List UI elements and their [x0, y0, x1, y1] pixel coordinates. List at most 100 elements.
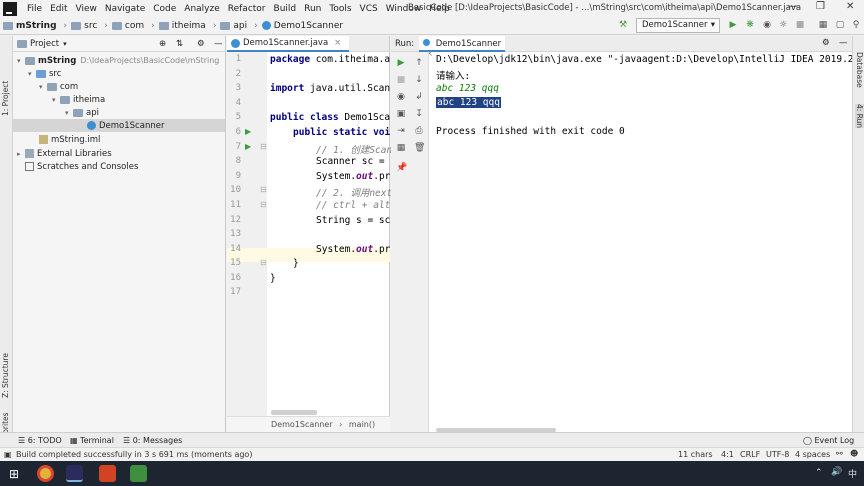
menu-code[interactable]: Code: [149, 4, 180, 14]
layout-icon[interactable]: ▦: [396, 143, 406, 153]
build-hammer-icon[interactable]: ⚒: [618, 20, 628, 30]
rerun-icon[interactable]: ▶: [396, 58, 406, 68]
tree-item-mstring[interactable]: ▾ mString D:\IdeaProjects\BasicCode\mStr…: [13, 54, 225, 67]
profile-icon[interactable]: ☼: [778, 20, 788, 30]
exit-icon[interactable]: ⇥: [396, 126, 406, 136]
menu-navigate[interactable]: Navigate: [101, 4, 149, 14]
chrome-icon[interactable]: [37, 465, 54, 482]
minimize-icon[interactable]: —: [788, 1, 798, 12]
locate-icon[interactable]: ⊕: [159, 39, 166, 49]
project-tool-button[interactable]: 1: Project: [1, 81, 10, 116]
arrow-up-icon[interactable]: ↑: [414, 58, 424, 68]
fold-icon[interactable]: ⊟: [260, 258, 267, 267]
restore-layout-icon[interactable]: ▣: [396, 109, 406, 119]
code-line-1[interactable]: package com.itheima.a: [270, 54, 390, 65]
chevron-down-icon[interactable]: ▾: [63, 40, 67, 48]
chevron-up-icon[interactable]: ⌃: [815, 468, 823, 478]
gear-icon[interactable]: ⚙: [822, 38, 830, 48]
trash-icon[interactable]: 🗑: [414, 143, 425, 153]
code-line-16[interactable]: }: [270, 273, 276, 284]
run-method-icon[interactable]: ▶: [245, 142, 251, 151]
code-line-7[interactable]: // 1. 创建Scan: [316, 142, 392, 156]
tree-item-itheima[interactable]: ▾ itheima: [13, 93, 225, 106]
code-line-15[interactable]: }: [293, 258, 299, 269]
menu-view[interactable]: View: [72, 4, 101, 14]
code-line-3[interactable]: import java.util.Scann: [270, 83, 396, 94]
powerpoint-icon[interactable]: [99, 465, 116, 482]
menu-run[interactable]: Run: [300, 4, 325, 14]
search-icon[interactable]: ⚲: [851, 20, 861, 30]
breadcrumb-class[interactable]: Demo1Scanner: [271, 420, 333, 429]
window-icon[interactable]: ▢: [835, 20, 845, 30]
breadcrumb-src[interactable]: src: [71, 21, 97, 31]
menu-vcs[interactable]: VCS: [356, 4, 382, 14]
code-line-8[interactable]: Scanner sc = n: [316, 156, 396, 167]
camera-icon[interactable]: ◉: [396, 92, 406, 102]
tree-item-com[interactable]: ▾ com: [13, 80, 225, 93]
input-method-icon[interactable]: 中: [848, 467, 857, 480]
fold-icon[interactable]: ⊟: [260, 200, 267, 209]
volume-icon[interactable]: 🔊: [831, 467, 842, 477]
intellij-icon[interactable]: [66, 465, 83, 482]
database-tool-button[interactable]: Database: [855, 52, 864, 88]
breadcrumb-demo1scanner[interactable]: Demo1Scanner: [261, 21, 343, 31]
restore-icon[interactable]: ❐: [816, 1, 825, 12]
stop-icon[interactable]: ■: [396, 75, 406, 85]
code-line-10[interactable]: // 2. 调用next: [316, 185, 392, 199]
breadcrumb-mstring[interactable]: mString: [3, 21, 57, 31]
file-encoding[interactable]: UTF-8: [766, 450, 789, 459]
close-tab-icon[interactable]: ×: [334, 38, 341, 48]
inspector-icon[interactable]: ☻: [850, 449, 858, 458]
code-line-6[interactable]: public static voi: [293, 127, 390, 138]
project-panel-title[interactable]: Project: [30, 39, 59, 49]
arrow-down-icon[interactable]: ↓: [414, 75, 424, 85]
code-line-14[interactable]: System.out.pr: [316, 244, 390, 255]
menu-build[interactable]: Build: [270, 4, 301, 14]
gear-icon[interactable]: ⚙: [197, 39, 205, 49]
menu-tools[interactable]: Tools: [325, 4, 355, 14]
run-tab-demo1scanner[interactable]: Demo1Scanner ×: [419, 36, 505, 59]
status-message[interactable]: Build completed successfully in 3 s 691 …: [16, 450, 252, 459]
fold-icon[interactable]: ⊟: [260, 185, 267, 194]
collapse-icon[interactable]: ⇅: [176, 39, 183, 49]
coverage-icon[interactable]: ◉: [762, 20, 772, 30]
menu-edit[interactable]: Edit: [46, 4, 71, 14]
console-selected-output[interactable]: abc 123 qqq: [436, 97, 501, 108]
menu-file[interactable]: File: [23, 4, 46, 14]
windows-start-icon[interactable]: ⊞: [9, 467, 19, 481]
code-line-12[interactable]: String s = sc: [316, 215, 390, 226]
run-icon[interactable]: ▶: [728, 20, 738, 30]
terminal-tab[interactable]: ▦ Terminal: [70, 436, 114, 445]
breadcrumb-itheima[interactable]: itheima: [158, 21, 206, 31]
close-icon[interactable]: ✕: [846, 1, 854, 12]
fold-icon[interactable]: ⊟: [260, 142, 267, 151]
event-log-tab[interactable]: ◯ Event Log: [803, 436, 854, 445]
messages-tab[interactable]: ☰ 0: Messages: [123, 436, 182, 445]
todo-tab[interactable]: ☰ 6: TODO: [18, 436, 62, 445]
run-configuration-select[interactable]: Demo1Scanner ▾: [636, 18, 720, 33]
breadcrumb-com[interactable]: com: [111, 21, 144, 31]
tree-item-demo1scanner[interactable]: Demo1Scanner: [13, 119, 225, 132]
run-tool-button[interactable]: 4: Run: [855, 104, 864, 129]
menu-refactor[interactable]: Refactor: [224, 4, 270, 14]
lock-icon[interactable]: ⚯: [836, 449, 843, 458]
breadcrumb-api[interactable]: api: [220, 21, 247, 31]
tree-item-mstring-iml[interactable]: mString.iml: [13, 133, 225, 146]
hide-icon[interactable]: —: [214, 39, 223, 49]
tree-item-src[interactable]: ▾ src: [13, 67, 225, 80]
tree-item-scratches[interactable]: Scratches and Consoles: [13, 160, 225, 173]
code-line-9[interactable]: System.out.pr: [316, 171, 390, 182]
scroll-to-end-icon[interactable]: ↧: [414, 109, 424, 119]
wechat-icon[interactable]: [130, 465, 147, 482]
code-line-5[interactable]: public class Demo1Scan: [270, 112, 396, 123]
horizontal-scrollbar[interactable]: [271, 410, 317, 415]
pin-icon[interactable]: 📌: [396, 163, 407, 173]
menu-analyze[interactable]: Analyze: [180, 4, 223, 14]
line-separator[interactable]: CRLF: [740, 450, 760, 459]
hide-icon[interactable]: —: [839, 38, 848, 48]
project-structure-icon[interactable]: ▦: [818, 20, 828, 30]
print-icon[interactable]: ⎙: [414, 126, 424, 136]
breadcrumb-method[interactable]: main(): [349, 420, 375, 429]
debug-icon[interactable]: ❋: [745, 20, 755, 30]
indent-setting[interactable]: 4 spaces: [795, 450, 830, 459]
